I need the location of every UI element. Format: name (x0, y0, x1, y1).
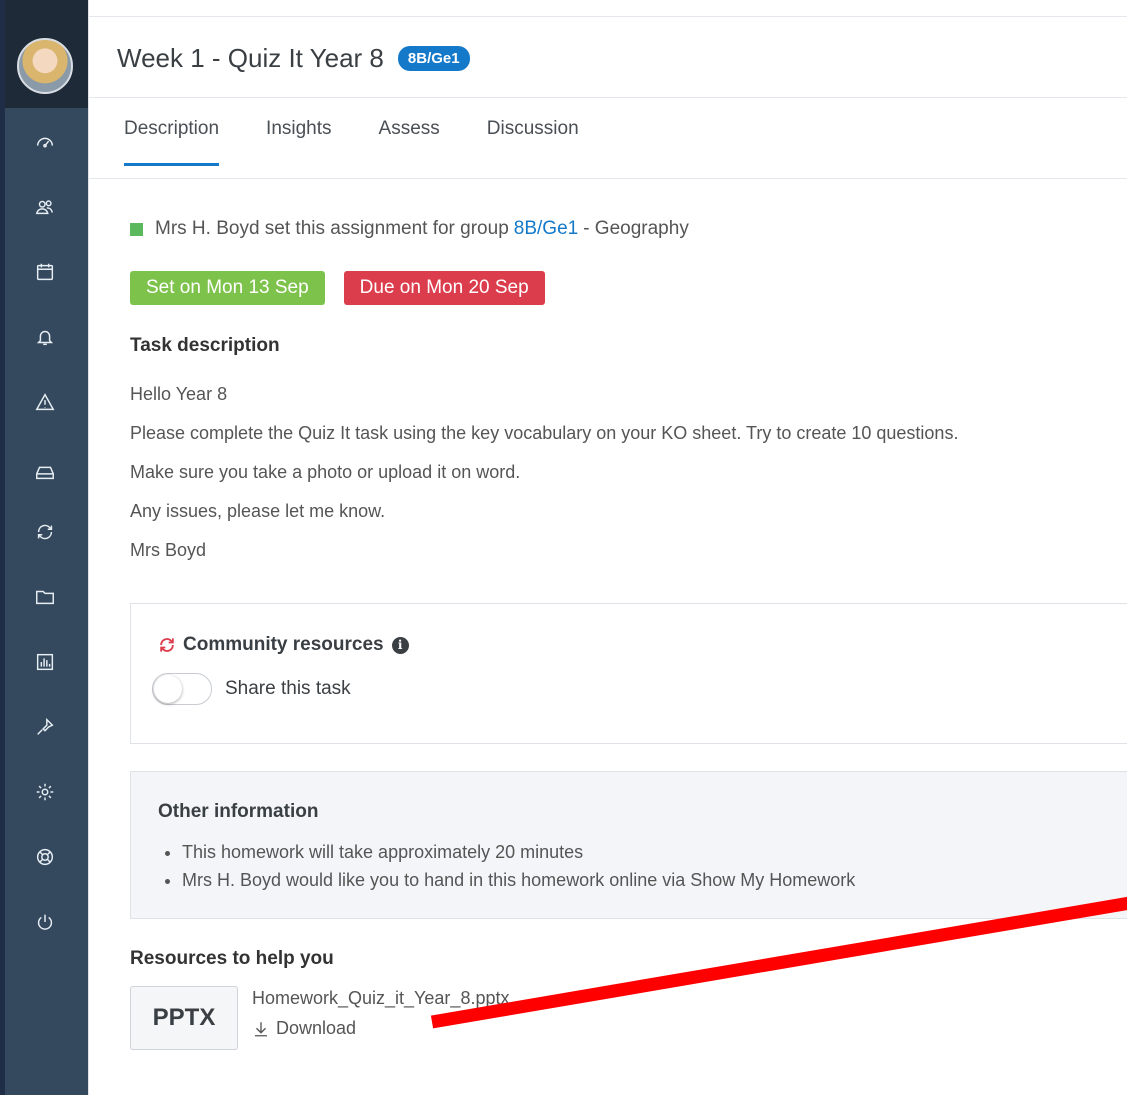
sidebar (0, 0, 88, 1095)
file-type-tile[interactable]: PPTX (130, 986, 238, 1050)
other-info-list: This homework will take approximately 20… (182, 840, 855, 896)
tab-assess[interactable]: Assess (379, 118, 440, 166)
task-line: Mrs Boyd (130, 540, 207, 560)
assignment-setter: Mrs H. Boyd set this assignment for grou… (130, 218, 689, 240)
community-resources-panel: Community resources i Share this task (130, 603, 1127, 744)
download-link[interactable]: Download (252, 1018, 356, 1039)
avatar[interactable] (17, 38, 73, 94)
tab-bar: Description Insights Assess Discussion (124, 118, 626, 166)
main-content: Week 1 - Quiz It Year 8 8B/Ge1 Descripti… (88, 0, 1127, 1095)
group-link[interactable]: 8B/Ge1 (514, 218, 578, 240)
header: Week 1 - Quiz It Year 8 8B/Ge1 (117, 38, 470, 78)
sidebar-edge (0, 0, 5, 1095)
folder-icon[interactable] (29, 581, 61, 613)
tab-discussion[interactable]: Discussion (487, 118, 579, 166)
task-description: Hello Year 8 Please complete the Quiz It… (130, 382, 958, 577)
task-line: Please complete the Quiz It task using t… (130, 423, 959, 443)
task-heading: Task description (130, 335, 280, 356)
share-label: Share this task (225, 678, 351, 699)
tab-insights[interactable]: Insights (266, 118, 331, 166)
date-badges: Set on Mon 13 Sep Due on Mon 20 Sep (130, 271, 564, 305)
list-item: Mrs H. Boyd would like you to hand in th… (182, 868, 855, 896)
community-title-text: Community resources (183, 634, 384, 655)
sync-icon[interactable] (29, 516, 61, 548)
due-date-badge: Due on Mon 20 Sep (343, 271, 545, 305)
sync-icon (160, 638, 174, 652)
lifebuoy-icon[interactable] (29, 841, 61, 873)
divider (89, 97, 1127, 98)
list-item: This homework will take approximately 20… (182, 840, 855, 868)
gear-icon[interactable] (29, 776, 61, 808)
warning-icon[interactable] (29, 386, 61, 418)
share-row: Share this task (152, 673, 351, 705)
other-info-heading: Other information (158, 801, 319, 822)
people-icon[interactable] (29, 191, 61, 223)
other-information-panel: Other information This homework will tak… (130, 771, 1127, 919)
info-icon[interactable]: i (391, 636, 409, 654)
inbox-icon[interactable] (29, 456, 61, 488)
calendar-icon[interactable] (29, 256, 61, 288)
group-badge[interactable]: 8B/Ge1 (397, 45, 470, 71)
toggle-knob (154, 675, 182, 703)
page-title: Week 1 - Quiz It Year 8 (117, 42, 384, 73)
pin-icon[interactable] (29, 711, 61, 743)
community-title: Community resources i (157, 634, 409, 656)
share-toggle[interactable] (152, 673, 212, 705)
resources-heading: Resources to help you (130, 948, 334, 969)
subject-text: - Geography (583, 218, 689, 239)
divider (89, 178, 1127, 179)
download-icon (255, 1021, 267, 1036)
dashboard-icon[interactable] (29, 126, 61, 158)
bell-icon[interactable] (29, 321, 61, 353)
setter-text: Mrs H. Boyd set this assignment for grou… (155, 218, 509, 239)
task-line: Make sure you take a photo or upload it … (130, 462, 521, 482)
file-name: Homework_Quiz_it_Year_8.pptx (252, 988, 510, 1008)
set-date-badge: Set on Mon 13 Sep (130, 271, 325, 305)
task-line: Any issues, please let me know. (130, 501, 386, 521)
tab-description[interactable]: Description (124, 118, 220, 166)
chart-icon[interactable] (29, 646, 61, 678)
divider (89, 16, 1127, 17)
download-label: Download (276, 1018, 357, 1038)
status-square-icon (130, 222, 143, 236)
task-line: Hello Year 8 (130, 384, 228, 404)
power-icon[interactable] (29, 906, 61, 938)
